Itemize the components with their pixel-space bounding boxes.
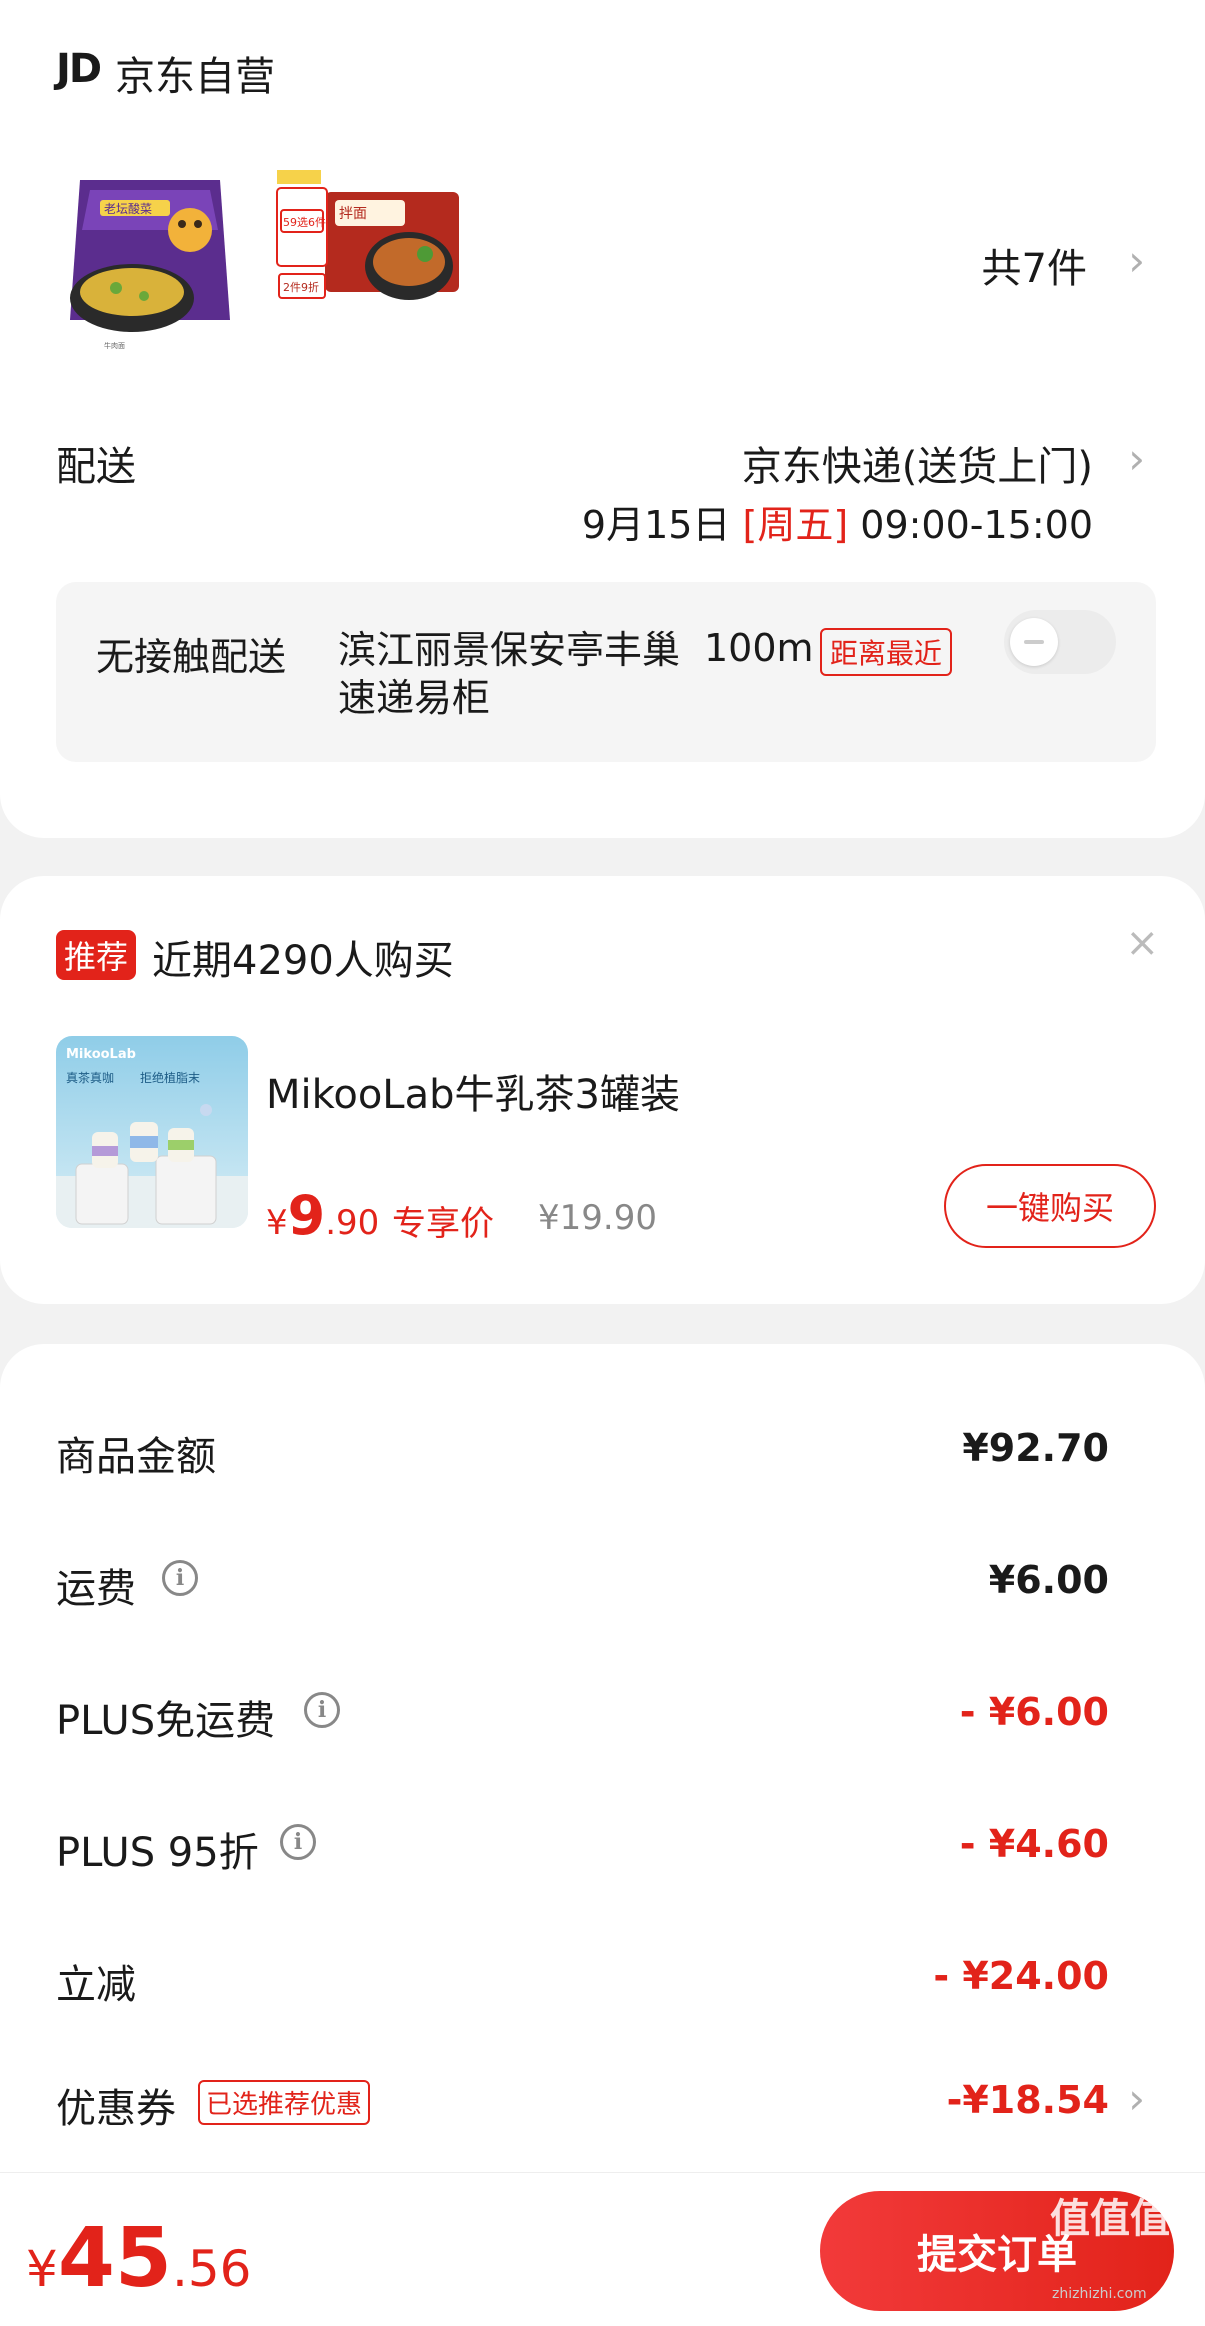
plus-free-freight-label: PLUS免运费 xyxy=(56,1698,276,1744)
plus-discount-value: - ¥4.60 xyxy=(959,1822,1109,1866)
instant-discount-value: - ¥24.00 xyxy=(933,1954,1109,1998)
thumb1-sub: 牛肉面 xyxy=(104,341,125,350)
locker-address: 滨江丽景保安亭丰巢速递易柜 xyxy=(338,628,681,720)
plus-discount-label: PLUS 95折 xyxy=(56,1830,259,1876)
coupon-label: 优惠券 xyxy=(56,2086,176,2132)
recommend-badge: 推荐 xyxy=(56,930,137,980)
item-count[interactable]: 共7件 xyxy=(982,236,1087,294)
chevron-right-icon[interactable]: › xyxy=(1128,2074,1145,2123)
chevron-right-icon[interactable]: › xyxy=(1128,236,1145,285)
coupon-value[interactable]: -¥18.54 xyxy=(947,2078,1109,2122)
total-int: 45 xyxy=(57,2211,172,2306)
shipping-time[interactable]: 9月15日 [周五] 09:00-15:00 xyxy=(582,494,1093,549)
image-tag2: 拒绝植脂末 xyxy=(140,1070,200,1085)
product-thumbnail-noodles[interactable]: 老坛酸菜 牛肉面 xyxy=(60,170,240,352)
checkout-bar: ¥45.56 提交订单 xyxy=(0,2172,1205,2326)
shipping-weekday: [周五] xyxy=(742,503,849,547)
goods-amount-label: 商品金额 xyxy=(56,1434,216,1480)
thumb1-brand-text: 老坛酸菜 xyxy=(104,201,152,216)
freight-label: 运费 xyxy=(56,1566,136,1612)
original-price: ¥19.90 xyxy=(538,1198,657,1238)
total-currency: ¥ xyxy=(26,2240,58,2298)
price-int: 9 xyxy=(287,1184,326,1247)
toggle-knob xyxy=(1010,618,1058,666)
info-icon[interactable]: i xyxy=(280,1824,316,1860)
total-price: ¥45.56 xyxy=(26,2211,251,2306)
recommend-price: ¥9.90 xyxy=(266,1184,379,1247)
freight-value: ¥6.00 xyxy=(988,1558,1109,1602)
goods-amount-value: ¥92.70 xyxy=(962,1426,1109,1470)
locker-distance: 100m xyxy=(704,626,814,670)
recommend-product-image[interactable]: MikooLab 真茶真咖 拒绝植脂末 xyxy=(56,1036,248,1228)
contactless-delivery-box: 无接触配送 滨江丽景保安亭丰巢速递易柜 100m 距离最近 xyxy=(56,582,1156,762)
watermark-url: zhizhizhi.com xyxy=(1052,2286,1147,2302)
shipping-method[interactable]: 京东快递(送货上门) xyxy=(742,434,1093,492)
recommend-product-name[interactable]: MikooLab牛乳茶3罐装 xyxy=(266,1062,680,1120)
price-currency: ¥ xyxy=(266,1203,288,1243)
coupon-tag: 已选推荐优惠 xyxy=(198,2080,371,2125)
image-brand: MikooLab xyxy=(66,1047,136,1062)
shipping-time-window: 09:00-15:00 xyxy=(860,503,1093,547)
order-card: JD 京东自营 老坛酸菜 牛肉面 拌面 59选6件 2件9折 共7件 › 配送 … xyxy=(0,0,1205,838)
one-click-buy-button[interactable]: 一键购买 xyxy=(944,1164,1156,1248)
thumb2-brand-text: 拌面 xyxy=(339,206,367,222)
contactless-toggle[interactable] xyxy=(1004,610,1116,674)
total-dec: .56 xyxy=(171,2240,252,2298)
recommend-title: 近期4290人购买 xyxy=(152,938,454,984)
contactless-label: 无接触配送 xyxy=(96,635,287,679)
plus-free-freight-value: - ¥6.00 xyxy=(959,1690,1109,1734)
shipping-date: 9月15日 xyxy=(581,503,731,547)
exclusive-price-label: 专享价 xyxy=(392,1204,494,1244)
product-thumbnail-mixed-noodles[interactable]: 拌面 59选6件 2件9折 xyxy=(275,170,461,320)
chevron-right-icon[interactable]: › xyxy=(1128,434,1145,483)
watermark-logo: 值值值 xyxy=(1050,2196,1170,2242)
instant-discount-label: 立减 xyxy=(56,1962,136,2008)
price-dec: .90 xyxy=(325,1203,380,1243)
nearest-badge: 距离最近 xyxy=(820,628,953,676)
thumb2-promo1: 59选6件 xyxy=(283,216,326,229)
shipping-label: 配送 xyxy=(56,444,136,490)
info-icon[interactable]: i xyxy=(304,1692,340,1728)
thumb2-promo2: 2件9折 xyxy=(283,280,319,294)
jd-logo: JD xyxy=(56,46,102,92)
info-icon[interactable]: i xyxy=(162,1560,198,1596)
image-tag1: 真茶真咖 xyxy=(66,1070,114,1085)
store-name: 京东自营 xyxy=(115,54,275,100)
close-icon[interactable]: × xyxy=(1125,920,1159,966)
